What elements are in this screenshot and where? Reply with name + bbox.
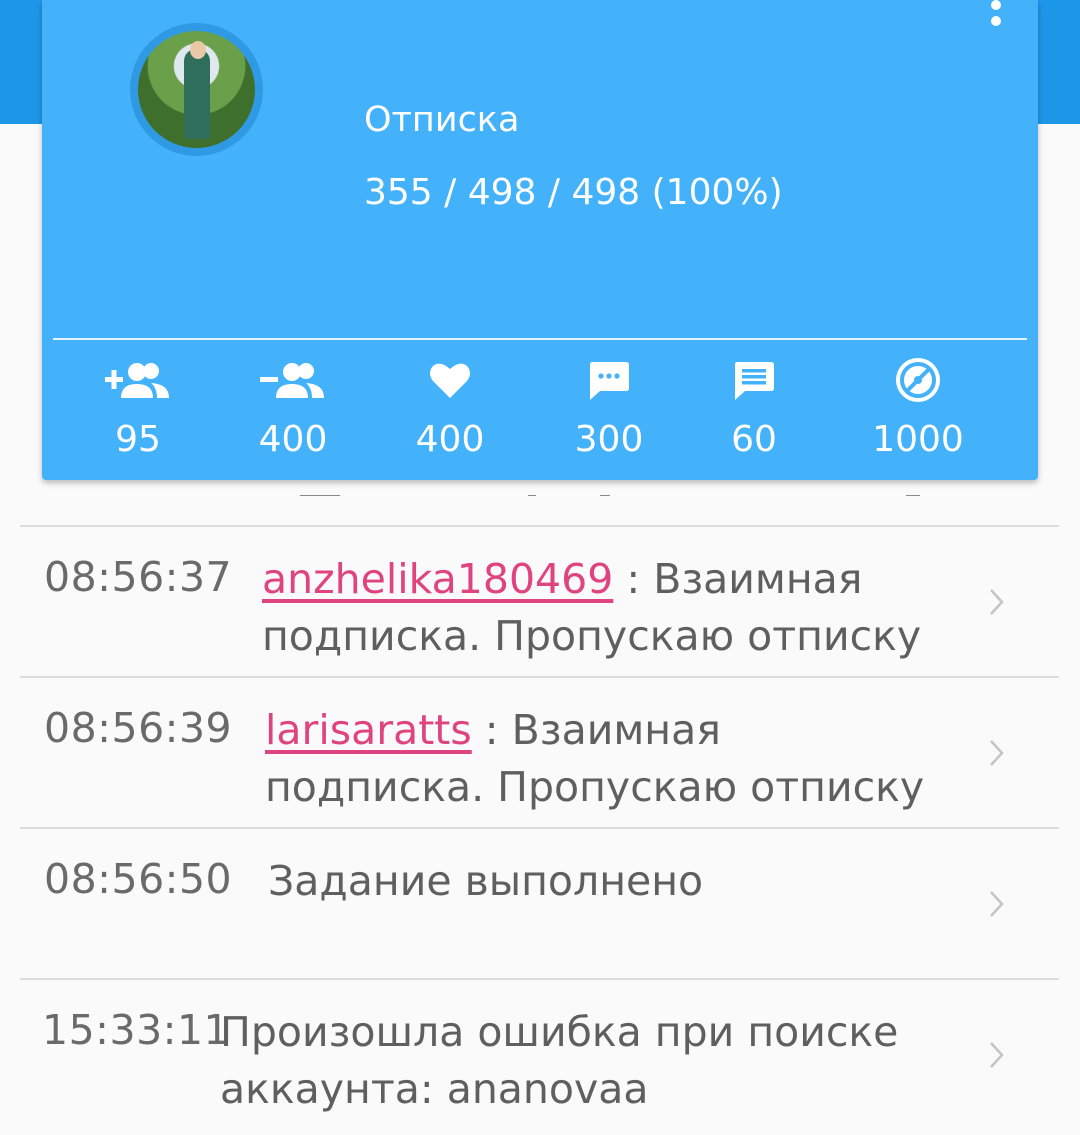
log-message: larisaratts : Взаимная подписка. Пропуск… [265, 706, 925, 811]
heart-icon [380, 352, 520, 408]
log-time: 08:56:39 [44, 704, 233, 752]
log-message: anzhelika180469 : Взаимная подписка. Про… [262, 555, 922, 660]
list-item[interactable]: 08:56:50 Задание выполнено [0, 829, 1080, 977]
gauge-icon [848, 352, 988, 408]
log-message: Задание выполнено [268, 857, 704, 905]
partial-log-row [300, 488, 940, 496]
username-link[interactable]: larisaratts [265, 706, 472, 754]
list-item[interactable]: 15:33:11 Произошла ошибка при поиске акк… [0, 980, 1080, 1128]
stat-comments-value: 300 [574, 419, 644, 460]
more-vert-icon[interactable] [986, 0, 1006, 42]
stat-messages-value: 60 [731, 419, 777, 460]
log-time: 08:56:37 [44, 553, 233, 601]
stat-follow[interactable]: 95 [68, 352, 208, 458]
stat-follow-value: 95 [115, 419, 161, 460]
stat-limit[interactable]: 1000 [848, 352, 988, 458]
avatar-image [138, 31, 255, 148]
username-link[interactable]: anzhelika180469 [262, 555, 613, 603]
remove-friends-icon [223, 352, 363, 408]
list-item[interactable]: 08:56:37 anzhelika180469 : Взаимная подп… [0, 527, 1080, 675]
stat-unfollow[interactable]: 400 [223, 352, 363, 458]
stat-comments[interactable]: 300 [539, 352, 679, 458]
chevron-right-icon [990, 891, 1004, 917]
avatar[interactable] [130, 23, 263, 156]
log-time: 15:33:11 [42, 1006, 231, 1054]
stat-unfollow-value: 400 [258, 419, 328, 460]
task-progress: 355 / 498 / 498 (100%) [364, 172, 783, 213]
stat-likes[interactable]: 400 [380, 352, 520, 458]
log-message: Произошла ошибка при поиске аккаунта: an… [220, 1008, 899, 1113]
task-card: Отписка 355 / 498 / 498 (100%) 95 400 40… [42, 0, 1038, 480]
chevron-right-icon [990, 589, 1004, 615]
stat-limit-value: 1000 [872, 419, 964, 460]
chevron-right-icon [990, 740, 1004, 766]
message-lines-icon [684, 352, 824, 408]
list-item[interactable]: 08:56:39 larisaratts : Взаимная подписка… [0, 678, 1080, 826]
log-time: 08:56:50 [44, 855, 233, 903]
card-divider [53, 338, 1027, 340]
comment-dots-icon [539, 352, 679, 408]
stat-messages[interactable]: 60 [684, 352, 824, 458]
task-title: Отписка [364, 100, 520, 140]
add-friends-icon [68, 352, 208, 408]
stat-likes-value: 400 [415, 419, 485, 460]
chevron-right-icon [990, 1042, 1004, 1068]
